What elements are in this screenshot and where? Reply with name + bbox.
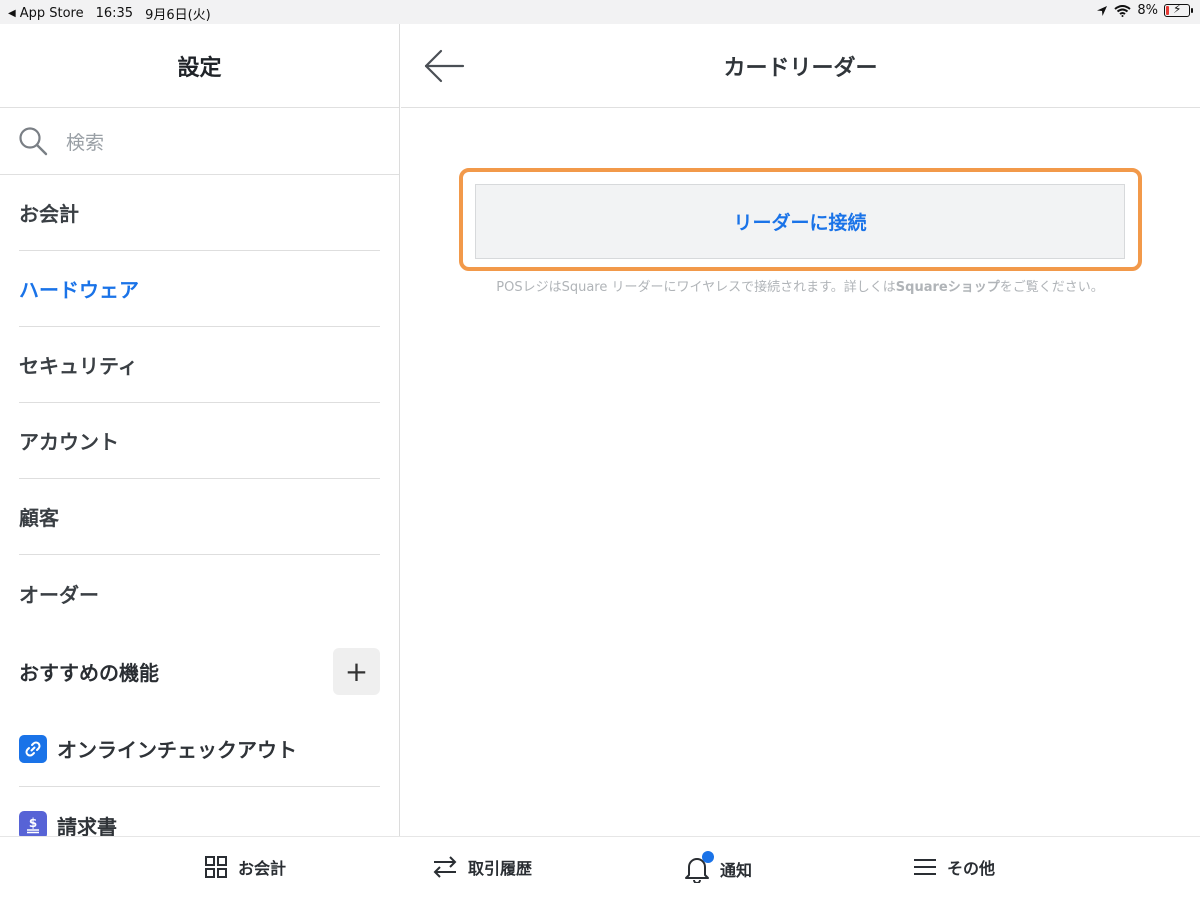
back-to-app-icon[interactable]: ◀ — [8, 8, 16, 19]
main-header: カードリーダー — [401, 24, 1200, 108]
sidebar-item-security[interactable]: セキュリティ — [19, 327, 380, 403]
battery-percent: 8% — [1137, 3, 1158, 18]
search-icon — [19, 127, 48, 156]
search-bar[interactable]: 検索 — [0, 108, 399, 175]
sidebar-item-label: 顧客 — [19, 506, 59, 530]
sidebar-item-label: セキュリティ — [19, 354, 138, 378]
sidebar-item-checkout[interactable]: お会計 — [19, 175, 380, 251]
svg-text:$: $ — [29, 816, 37, 830]
grid-icon — [205, 856, 227, 878]
dollar-invoice-icon: $ — [19, 811, 47, 836]
tab-label: お会計 — [238, 859, 287, 878]
card-reader-panel: カードリーダー リーダーに接続 POSレジはSquare リーダーにワイヤレスで… — [401, 24, 1200, 836]
feature-item-invoices[interactable]: $ 請求書 — [19, 787, 380, 836]
feature-item-label: 請求書 — [57, 814, 117, 837]
wifi-icon — [1114, 4, 1131, 17]
sidebar-item-account[interactable]: アカウント — [19, 403, 380, 479]
sidebar-item-label: オーダー — [19, 582, 99, 607]
recommended-features-header: おすすめの機能 + — [19, 631, 380, 711]
helper-text-part1: POSレジはSquare リーダーにワイヤレスで接続されます。詳しくは — [496, 280, 896, 295]
link-icon — [19, 734, 47, 763]
notification-badge — [702, 851, 714, 863]
settings-menu: お会計 ハードウェア セキュリティ アカウント 顧客 オーダー おすすめの機能 … — [0, 175, 399, 836]
feature-item-label: オンラインチェックアウト — [57, 738, 297, 762]
page-title: カードリーダー — [723, 56, 878, 81]
search-input[interactable]: 検索 — [66, 128, 104, 155]
battery-charging-icon: ⚡ — [1164, 2, 1193, 17]
add-feature-button[interactable]: + — [333, 647, 380, 695]
sidebar-item-label: ハードウェア — [19, 278, 139, 302]
status-bar: ◀ App Store 16:35 9月6日(火) 8% ⚡ — [0, 0, 1200, 24]
tab-checkout[interactable]: お会計 — [204, 855, 286, 879]
tab-label: 取引履歴 — [468, 859, 533, 878]
sidebar-item-label: アカウント — [19, 430, 119, 454]
sidebar-item-label: お会計 — [19, 202, 79, 226]
bottom-tab-bar: お会計 取引履歴 通知 その他 — [0, 836, 1200, 900]
sidebar-item-hardware[interactable]: ハードウェア — [19, 251, 380, 327]
helper-text-part2: をご覧ください。 — [999, 280, 1104, 295]
status-time: 16:35 — [95, 6, 134, 21]
connect-reader-button[interactable]: リーダーに接続 — [475, 184, 1125, 259]
connect-reader-label: リーダーに接続 — [733, 212, 867, 234]
tab-label: 通知 — [720, 861, 753, 880]
tab-label: その他 — [947, 859, 996, 878]
sidebar-item-customers[interactable]: 顧客 — [19, 479, 380, 555]
sidebar-item-orders[interactable]: オーダー — [19, 555, 380, 631]
sidebar-header: 設定 — [0, 24, 399, 108]
back-app-label[interactable]: App Store — [20, 6, 84, 21]
sidebar-title: 設定 — [177, 55, 222, 81]
settings-sidebar: 設定 検索 お会計 ハードウェア セキュリティ アカウント 顧客 オーダー おす… — [0, 24, 400, 836]
location-arrow-icon — [1097, 5, 1108, 16]
tab-more[interactable]: その他 — [913, 855, 995, 879]
recommended-features-title: おすすめの機能 — [19, 660, 159, 685]
menu-icon — [914, 859, 936, 875]
feature-item-online-checkout[interactable]: オンラインチェックアウト — [19, 711, 380, 787]
tab-transactions[interactable]: 取引履歴 — [432, 855, 532, 879]
helper-text: POSレジはSquare リーダーにワイヤレスで接続されます。詳しくはSquar… — [485, 280, 1115, 295]
tab-notifications[interactable]: 通知 — [684, 851, 753, 884]
bell-icon — [684, 851, 714, 884]
status-date: 9月6日(火) — [145, 8, 211, 23]
square-shop-link[interactable]: Squareショップ — [896, 280, 1000, 295]
plus-icon: + — [344, 654, 369, 688]
swap-arrows-icon — [433, 856, 457, 878]
